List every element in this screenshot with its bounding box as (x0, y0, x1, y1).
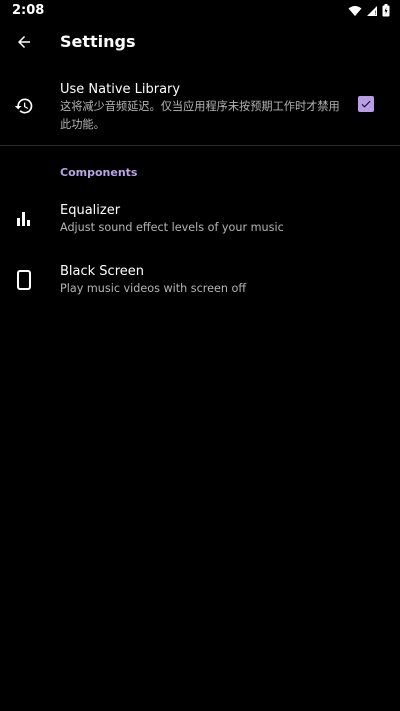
black-screen-summary: Play music videos with screen off (60, 282, 247, 295)
equalizer-setting[interactable]: Equalizer Adjust sound effect levels of … (0, 200, 400, 244)
wifi-icon (348, 5, 362, 17)
app-bar: Settings (0, 22, 400, 66)
phone-icon (12, 268, 36, 292)
page-title: Settings (60, 32, 136, 51)
equalizer-icon (12, 207, 36, 231)
arrow-back-icon (15, 33, 33, 55)
check-icon (360, 95, 372, 114)
back-button[interactable] (8, 28, 40, 60)
svg-text:!: ! (375, 10, 377, 17)
battery-icon (382, 4, 390, 17)
black-screen-title: Black Screen (60, 264, 144, 279)
status-bar: 2:08 ! (0, 0, 400, 22)
status-icons: ! (348, 4, 390, 17)
status-time: 2:08 (12, 3, 45, 18)
native-library-summary: 这将减少音频延迟。仅当应用程序未按预期工作时才禁用此功能。 (60, 100, 340, 131)
divider (0, 145, 400, 146)
native-library-setting[interactable]: Use Native Library 这将减少音频延迟。仅当应用程序未按预期工作… (0, 78, 400, 146)
black-screen-setting[interactable]: Black Screen Play music videos with scre… (0, 262, 400, 306)
native-library-checkbox[interactable] (358, 96, 374, 112)
history-icon (12, 94, 36, 118)
signal-icon: ! (366, 5, 378, 17)
section-header-components: Components (60, 166, 138, 179)
equalizer-summary: Adjust sound effect levels of your music (60, 221, 284, 234)
equalizer-title: Equalizer (60, 203, 121, 218)
native-library-title: Use Native Library (60, 82, 181, 97)
